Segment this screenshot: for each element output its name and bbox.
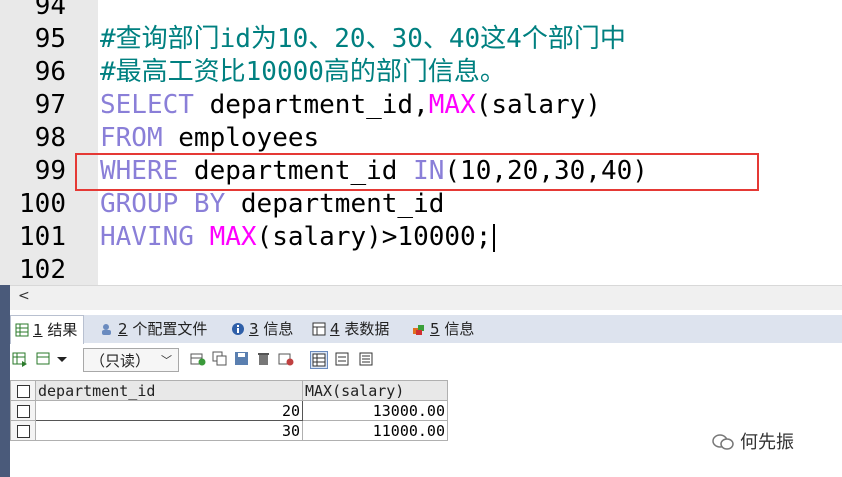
sql-editor[interactable]: 94 95 #查询部门id为10、20、30、40这4个部门中 96 #最高工资比100… — [0, 0, 842, 285]
text-view-icon[interactable] — [358, 351, 374, 367]
code-line[interactable]: 96 #最高工资比10000高的部门信息。 — [0, 56, 842, 89]
sql-function: MAX — [428, 90, 476, 120]
sql-text: department_id, — [193, 90, 429, 120]
tab-info-2-label: 信息 — [439, 320, 475, 338]
refresh-icon[interactable] — [278, 351, 294, 367]
row-checkbox[interactable] — [10, 420, 36, 441]
row-checkbox[interactable] — [10, 400, 36, 421]
duplicate-row-icon[interactable] — [212, 351, 228, 367]
export-grid-icon[interactable] — [12, 351, 28, 367]
line-number: 101 — [19, 222, 66, 252]
code-line[interactable]: 100 GROUP BY department_id — [0, 188, 842, 221]
tab-profiles-label: 个配置文件 — [127, 320, 208, 338]
chevron-down-icon: ﹀ — [161, 354, 172, 367]
highlight-box — [75, 153, 759, 191]
tab-info-2[interactable]: 5 信息 — [408, 315, 480, 343]
sql-text: employees — [162, 123, 320, 153]
info-colored-icon — [412, 317, 426, 335]
watermark: 何先振 — [712, 428, 794, 454]
dropdown-arrow-icon[interactable] — [54, 351, 70, 367]
line-number: 98 — [34, 123, 66, 153]
line-number: 100 — [19, 189, 66, 219]
code-text: SELECT department_id,MAX(salary) — [100, 89, 601, 122]
cell-max-salary[interactable]: 11000.00 — [302, 420, 448, 441]
save-icon[interactable] — [234, 351, 250, 367]
left-panel-edge — [0, 285, 10, 477]
horizontal-scrollbar[interactable]: < — [10, 285, 842, 310]
grid-header-row: department_id MAX(salary) — [10, 380, 448, 401]
tab-results-label: 结果 — [42, 321, 78, 339]
grid-icon — [15, 318, 29, 337]
sql-keyword: HAVING — [100, 222, 194, 252]
code-text: #查询部门id为10、20、30、40这4个部门中 — [100, 23, 626, 56]
cell-department-id[interactable]: 30 — [35, 420, 303, 441]
table-row[interactable]: 20 13000.00 — [10, 400, 448, 421]
sql-keyword: SELECT — [100, 90, 194, 120]
result-toolbar: （只读） ﹀ — [10, 344, 842, 376]
watermark-text: 何先振 — [740, 432, 794, 453]
code-line[interactable]: 102 — [0, 254, 842, 285]
tab-info-label: 信息 — [258, 320, 294, 338]
code-line[interactable]: 101 HAVING MAX(salary)>10000; — [0, 221, 842, 254]
sql-comment: #最高工资比10000高的部门信息。 — [100, 57, 506, 87]
tab-table-data[interactable]: 4 表数据 — [308, 315, 395, 343]
line-number: 102 — [19, 255, 66, 285]
readonly-select[interactable]: （只读） ﹀ — [83, 348, 179, 372]
sql-keyword: FROM — [100, 123, 163, 153]
sql-keyword: GROUP BY — [100, 189, 226, 219]
line-number: 94 — [34, 0, 66, 21]
tab-results[interactable]: 1 结果 — [10, 315, 85, 344]
code-text: #最高工资比10000高的部门信息。 — [100, 56, 506, 89]
sql-text: department_id — [225, 189, 445, 219]
result-grid: department_id MAX(salary) 20 13000.00 30… — [10, 380, 448, 441]
line-number: 97 — [34, 90, 66, 120]
code-line[interactable]: 98 FROM employees — [0, 122, 842, 155]
profile-icon — [100, 317, 114, 335]
grid-view-icon[interactable] — [310, 351, 328, 369]
form-view-icon[interactable] — [334, 351, 350, 367]
tab-profiles[interactable]: 2 个配置文件 — [96, 315, 213, 343]
tab-profiles-number: 2 — [118, 320, 128, 338]
cell-department-id[interactable]: 20 — [35, 400, 303, 421]
code-line[interactable]: 95 #查询部门id为10、20、30、40这4个部门中 — [0, 23, 842, 56]
sql-text: (salary)>10000; — [256, 222, 492, 252]
cell-max-salary[interactable]: 13000.00 — [302, 400, 448, 421]
result-tabs: 1 结果 2 个配置文件 3 信息 4 表数据 5 信息 — [10, 315, 842, 344]
import-icon[interactable] — [36, 351, 52, 367]
code-line[interactable]: 97 SELECT department_id,MAX(salary) — [0, 89, 842, 122]
code-text: HAVING MAX(salary)>10000; — [100, 221, 496, 254]
line-number: 99 — [34, 156, 66, 186]
add-row-icon[interactable] — [190, 351, 206, 367]
column-header-department-id[interactable]: department_id — [35, 380, 303, 401]
tab-table-data-label: 表数据 — [339, 320, 390, 338]
code-text: GROUP BY department_id — [100, 188, 444, 221]
code-line[interactable]: 94 — [0, 0, 842, 23]
sql-text: (salary) — [475, 90, 601, 120]
delete-icon[interactable] — [256, 351, 272, 367]
line-number: 95 — [34, 24, 66, 54]
tab-results-number: 1 — [33, 321, 43, 339]
table-row[interactable]: 30 11000.00 — [10, 420, 448, 441]
text-caret — [493, 223, 496, 252]
tab-table-data-number: 4 — [330, 320, 340, 338]
select-all-checkbox[interactable] — [10, 380, 36, 401]
tab-info-2-number: 5 — [430, 320, 440, 338]
tab-info[interactable]: 3 信息 — [227, 315, 299, 343]
scroll-left-arrow-icon[interactable]: < — [18, 288, 30, 304]
table-icon — [312, 317, 326, 336]
code-text: FROM employees — [100, 122, 319, 155]
sql-function: MAX — [209, 222, 257, 252]
readonly-select-label: （只读） — [90, 352, 151, 370]
column-header-max-salary[interactable]: MAX(salary) — [302, 380, 448, 401]
sql-comment: #查询部门id为10、20、30、40这4个部门中 — [100, 24, 626, 54]
tab-info-number: 3 — [249, 320, 259, 338]
wechat-icon — [712, 433, 734, 452]
line-number: 96 — [34, 57, 66, 87]
info-icon — [231, 317, 245, 335]
